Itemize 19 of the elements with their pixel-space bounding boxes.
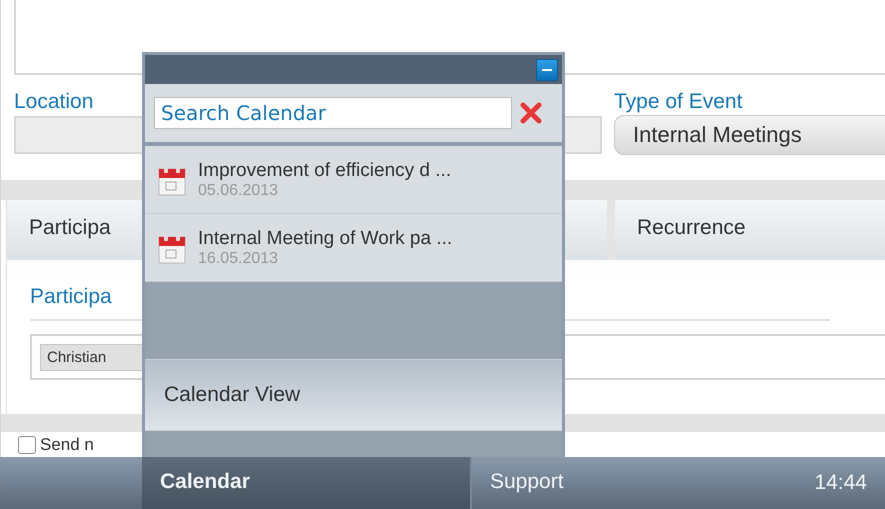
location-label: Location (14, 89, 94, 115)
clear-icon[interactable] (520, 102, 542, 124)
event-date: 05.06.2013 (198, 182, 280, 200)
minimize-button[interactable] (536, 58, 558, 80)
search-field[interactable]: Search Calendar (154, 97, 512, 129)
clock-time: 14:44 (813, 470, 868, 496)
tab[interactable]: Recurrence (615, 200, 885, 260)
notify-label: Send n (40, 434, 94, 454)
calendar-view-button[interactable]: Calendar View (145, 359, 562, 431)
taskbar-item[interactable]: Calendar (142, 457, 472, 509)
taskbar-item[interactable]: Support (472, 457, 582, 509)
calendar-result[interactable]: Internal Meeting of Work pa ... 16.05.2013 (145, 214, 562, 282)
event-title: Internal Meeting of Work pa ... (198, 228, 452, 250)
notify-checkbox[interactable] (18, 436, 36, 454)
type-of-event-dropdown[interactable]: Internal Meetings (614, 115, 885, 155)
calendar-result[interactable]: Improvement of efficiency d ... 05.06.2013 (145, 146, 562, 214)
event-title: Improvement of efficiency d ... (198, 160, 452, 182)
event-date: 16.05.2013 (198, 250, 280, 268)
type-of-event-label: Type of Event (614, 89, 742, 115)
